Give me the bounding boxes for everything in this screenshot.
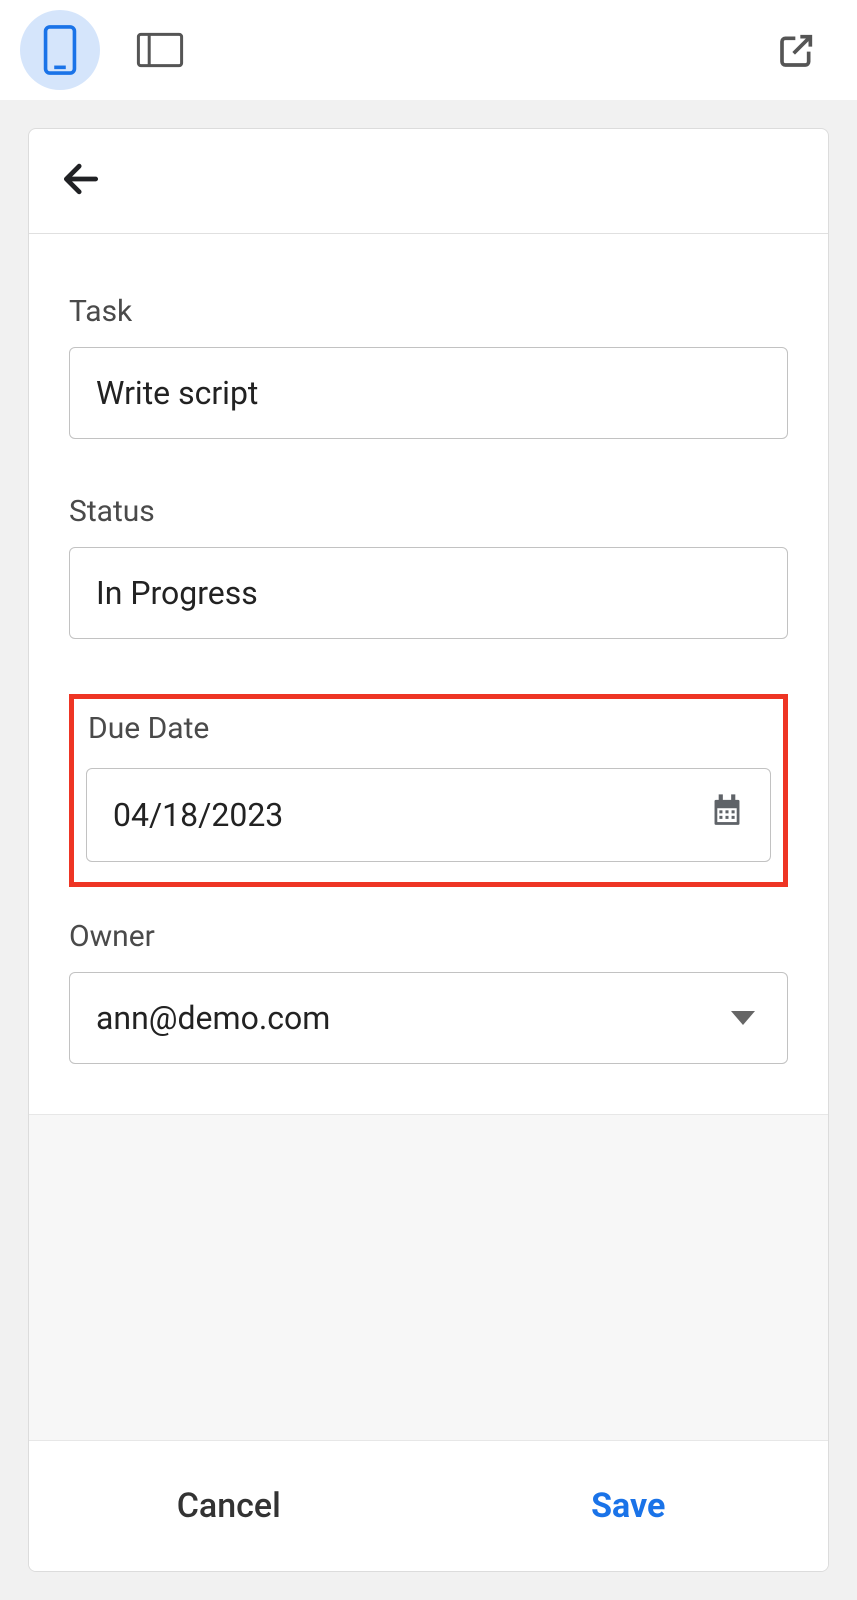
due-date-value: 04/18/2023 [113, 796, 283, 834]
chevron-down-icon [731, 1011, 755, 1025]
due-date-label: Due Date [88, 711, 771, 746]
status-label: Status [69, 494, 788, 529]
task-field-group: Task Write script [69, 294, 788, 439]
owner-select[interactable]: ann@demo.com [69, 972, 788, 1064]
mobile-icon [42, 24, 78, 76]
device-toolbar [0, 0, 857, 100]
task-value: Write script [96, 374, 258, 412]
status-field-group: Status In Progress [69, 494, 788, 639]
card-footer: Cancel Save [29, 1441, 828, 1571]
tablet-icon [136, 31, 184, 69]
form-body: Task Write script Status In Progress Due… [29, 234, 828, 1114]
preview-container: Task Write script Status In Progress Due… [0, 100, 857, 1600]
save-button[interactable]: Save [429, 1456, 829, 1556]
cancel-button[interactable]: Cancel [29, 1456, 429, 1556]
empty-space [29, 1114, 828, 1441]
owner-label: Owner [69, 919, 788, 954]
task-input[interactable]: Write script [69, 347, 788, 439]
owner-field-group: Owner ann@demo.com [69, 919, 788, 1064]
calendar-icon[interactable] [710, 793, 744, 837]
status-value: In Progress [96, 574, 258, 612]
back-arrow-icon [59, 157, 103, 201]
tablet-view-button[interactable] [120, 10, 200, 90]
owner-value: ann@demo.com [96, 999, 330, 1037]
open-external-button[interactable] [757, 10, 837, 90]
card-header [29, 129, 828, 234]
status-input[interactable]: In Progress [69, 547, 788, 639]
mobile-view-button[interactable] [20, 10, 100, 90]
back-button[interactable] [59, 157, 103, 205]
task-label: Task [69, 294, 788, 329]
form-card: Task Write script Status In Progress Due… [28, 128, 829, 1572]
due-date-highlight: Due Date 04/18/2023 [69, 694, 788, 887]
external-link-icon [777, 30, 817, 70]
due-date-input[interactable]: 04/18/2023 [86, 768, 771, 862]
